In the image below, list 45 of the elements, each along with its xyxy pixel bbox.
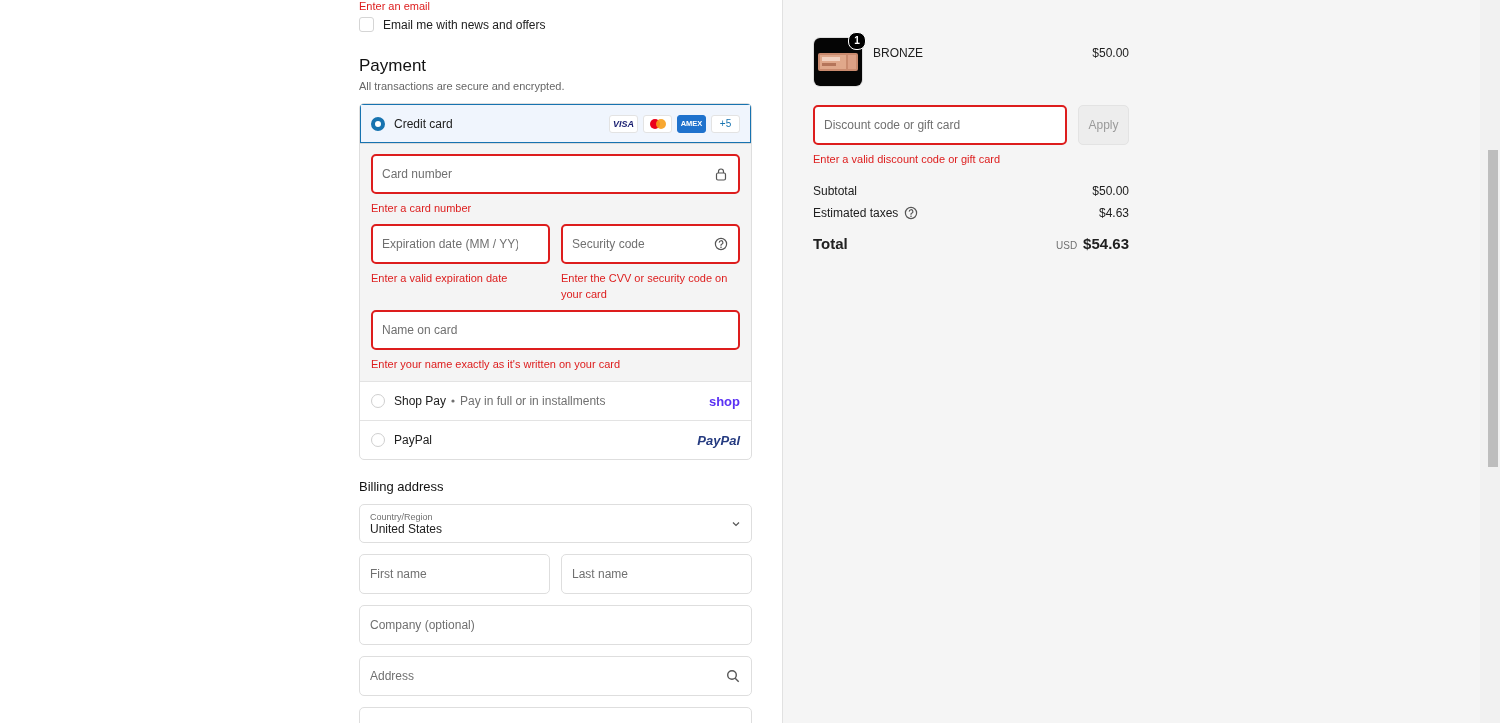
product-name: BRONZE [873,45,924,60]
input-field[interactable]: Card number [371,154,740,194]
country-select[interactable]: Country/Region United States [359,504,752,543]
radio-button[interactable] [371,116,385,131]
error-message: Enter a valid discount code or gift card [813,152,1002,167]
error-message: Enter a card number [371,201,473,216]
payment-label: Shop Pay [394,394,447,408]
payment-note: Pay in full or in installments [460,394,606,408]
error-message: Enter a valid expiration date [371,271,509,286]
payment-option[interactable]: PayPal PayPal [360,420,751,459]
payment-label: Credit card [394,116,453,131]
scrollbar[interactable] [1480,0,1500,723]
input-field[interactable]: Name on card [371,310,740,350]
section-title: Payment [359,56,428,76]
error-message: Enter your name exactly as it's written on your card [371,357,622,372]
payment-label: PayPal [394,433,433,447]
summary-value: $50.00 [1092,184,1129,198]
search-icon [726,669,740,683]
checkbox-label: Email me with news and offers [383,17,546,32]
input-field[interactable]: Security code [561,224,740,264]
paypal-logo: PayPal [697,432,740,448]
more-brands-count: +5 [711,114,740,133]
error-message: Enter the CVV or security code on your card [561,271,729,302]
currency-code: USD [1056,240,1078,251]
input-field[interactable]: Expiration date (MM / YY) [371,224,550,264]
payment-option[interactable]: Shop Pay Pay in full or in installments shop [360,381,751,420]
lock-icon [714,167,728,181]
checkbox[interactable] [359,17,374,32]
scrollbar-thumb[interactable] [1488,150,1498,467]
quantity-badge: 1 [848,32,866,50]
summary-label: Subtotal [813,184,858,198]
error-message: Enter an email [359,0,431,13]
section-subtitle: All transactions are secure and encrypted. [359,80,566,92]
help-icon [714,237,728,251]
circles-icon [647,117,668,130]
summary-value: $4.63 [1098,206,1129,220]
card-brand-logo: VISA [609,114,638,133]
shop-pay-logo: shop [708,393,740,409]
product-price: $50.00 [1092,45,1129,60]
total-amount: $54.63 [1083,235,1129,252]
help-icon [904,206,919,220]
total-label: Total [813,235,848,252]
dot-icon [451,399,456,403]
section-title: Billing address [359,479,445,494]
summary-label: Estimated taxes [813,206,899,220]
